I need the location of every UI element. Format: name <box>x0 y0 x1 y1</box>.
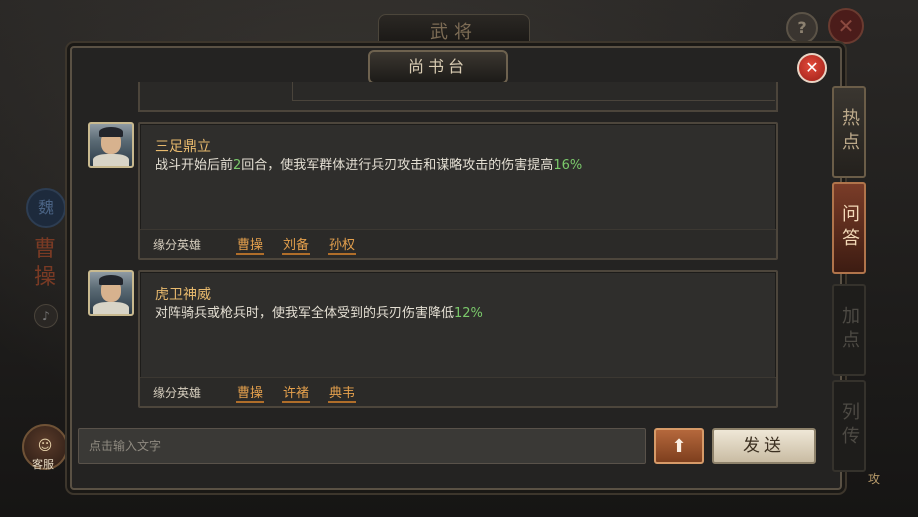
previous-card-edge <box>138 82 778 112</box>
fate-label: 缘分英雄 <box>153 238 202 252</box>
fate-hero-link[interactable]: 典韦 <box>328 382 357 403</box>
fate-hero-link[interactable]: 孙权 <box>328 234 357 255</box>
card-body: 战斗开始后前2回合，使我军群体进行兵刃攻击和谋略攻击的伤害提高16% <box>155 158 583 173</box>
send-button[interactable]: 发送 <box>712 428 816 464</box>
tab-qa[interactable]: 问答 <box>832 182 866 274</box>
qa-list[interactable]: 三足鼎立 战斗开始后前2回合，使我军群体进行兵刃攻击和谋略攻击的伤害提高16% … <box>80 82 780 420</box>
fate-hero-link[interactable]: 曹操 <box>236 234 265 255</box>
card-title: 虎卫神威 <box>155 287 211 303</box>
qa-card: 虎卫神威 对阵骑兵或枪兵时，使我军全体受到的兵刃伤害降低12% 缘分英雄 曹操 … <box>138 270 778 408</box>
help-icon[interactable]: ? <box>786 12 818 44</box>
hero-avatar[interactable] <box>88 122 134 168</box>
card-title: 三足鼎立 <box>155 139 211 155</box>
list-item: 虎卫神威 对阵骑兵或枪兵时，使我军全体受到的兵刃伤害降低12% 缘分英雄 曹操 … <box>80 270 780 410</box>
customer-service-label: 客服 <box>32 458 54 471</box>
fate-hero-link[interactable]: 刘备 <box>282 234 311 255</box>
qa-card: 三足鼎立 战斗开始后前2回合，使我军群体进行兵刃攻击和谋略攻击的伤害提高16% … <box>138 122 778 260</box>
tab-hot[interactable]: 热点 <box>832 86 866 178</box>
background-attack-label: 攻 <box>868 472 881 486</box>
tab-biography[interactable]: 列传 <box>832 380 866 472</box>
background-hero-name: 曹操 <box>33 237 56 290</box>
faction-seal-icon: 魏 <box>26 188 66 228</box>
panel-title: 尚书台 <box>368 50 508 84</box>
fate-heroes-row: 缘分英雄 曹操 刘备 孙权 <box>140 229 776 258</box>
fate-hero-link[interactable]: 许褚 <box>282 382 311 403</box>
tab-add-points[interactable]: 加点 <box>832 284 866 376</box>
fate-hero-link[interactable]: 曹操 <box>236 382 265 403</box>
fate-label: 缘分英雄 <box>153 386 202 400</box>
question-input[interactable] <box>78 428 646 464</box>
service-avatar-icon: ☺ <box>37 438 53 454</box>
arrow-up-icon: ⬆ <box>671 436 687 457</box>
sound-icon[interactable]: ♪ <box>34 304 58 328</box>
chat-input-row: ⬆ 发送 <box>78 428 826 472</box>
list-item: 三足鼎立 战斗开始后前2回合，使我军群体进行兵刃攻击和谋略攻击的伤害提高16% … <box>80 122 780 262</box>
scroll-top-button[interactable]: ⬆ <box>654 428 704 464</box>
hero-avatar[interactable] <box>88 270 134 316</box>
fate-heroes-row: 缘分英雄 曹操 许褚 典韦 <box>140 377 776 406</box>
close-icon[interactable]: ✕ <box>797 53 827 83</box>
background-close-icon[interactable]: ✕ <box>828 8 864 44</box>
card-body: 对阵骑兵或枪兵时，使我军全体受到的兵刃伤害降低12% <box>155 306 483 321</box>
